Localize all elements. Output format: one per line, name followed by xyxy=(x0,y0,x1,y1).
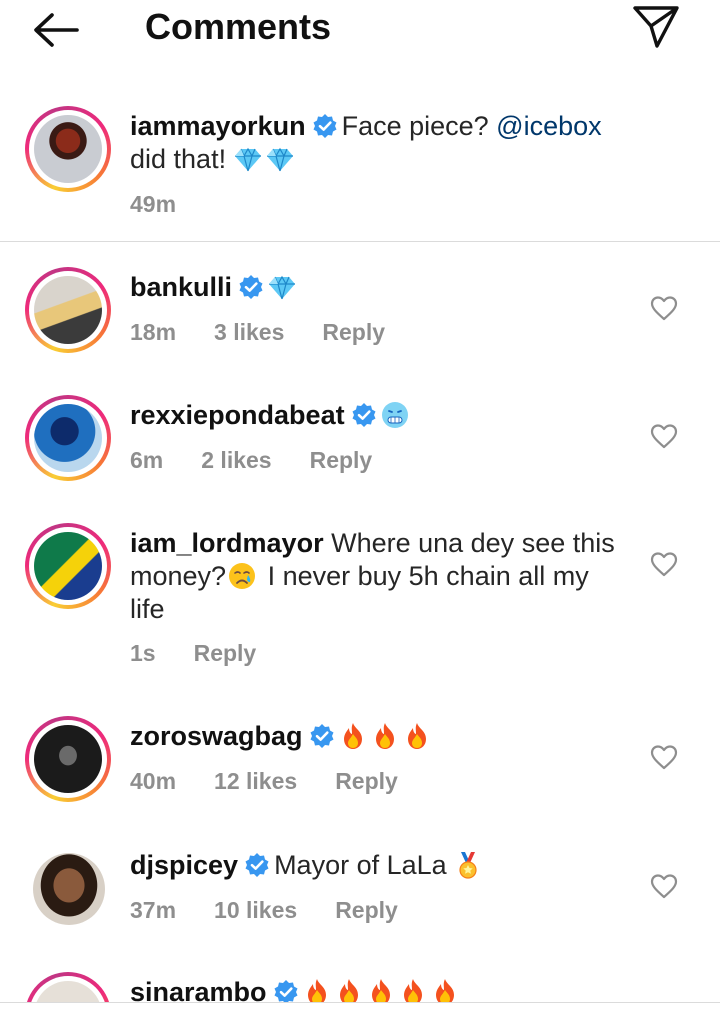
caption-text: iammayorkun Face piece? @icebox did that! xyxy=(130,111,602,174)
heart-icon[interactable] xyxy=(650,873,678,899)
comment-meta: 6m 2 likes Reply xyxy=(130,447,410,474)
reply-button[interactable]: Reply xyxy=(335,768,398,794)
avatar[interactable] xyxy=(25,267,111,353)
back-arrow-icon[interactable] xyxy=(30,10,82,50)
page-title: Comments xyxy=(145,6,332,47)
caption-meta: 49m xyxy=(130,191,214,218)
username[interactable]: djspicey xyxy=(130,850,238,880)
verified-badge-icon xyxy=(273,979,299,1002)
timestamp: 37m xyxy=(130,897,177,923)
like-count[interactable]: 12 likes xyxy=(214,768,297,794)
avatar[interactable] xyxy=(25,716,111,802)
timestamp: 40m xyxy=(130,768,177,794)
comment-text: zoroswagbag xyxy=(130,720,630,753)
avatar[interactable] xyxy=(25,106,111,192)
username[interactable]: bankulli xyxy=(130,272,232,302)
verified-badge-icon xyxy=(312,113,338,139)
verified-badge-icon xyxy=(244,852,270,878)
heart-icon[interactable] xyxy=(650,744,678,770)
gem-emoji-icon xyxy=(266,145,294,173)
divider xyxy=(0,241,720,242)
comment-text: rexxiepondabeat xyxy=(130,399,630,432)
username[interactable]: rexxiepondabeat xyxy=(130,400,345,430)
fire-emoji-icon xyxy=(403,722,431,750)
username[interactable]: iammayorkun xyxy=(130,111,306,141)
avatar[interactable] xyxy=(25,395,111,481)
fire-emoji-icon xyxy=(335,978,363,1002)
fire-emoji-icon xyxy=(303,978,331,1002)
comment-text: sinarambo xyxy=(130,976,630,1002)
timestamp: 1s xyxy=(130,640,156,666)
comment-text: djspicey Mayor of LaLa xyxy=(130,849,630,882)
timestamp: 6m xyxy=(130,447,164,473)
fire-emoji-icon xyxy=(399,978,427,1002)
username[interactable]: zoroswagbag xyxy=(130,721,303,751)
reply-button[interactable]: Reply xyxy=(322,319,385,345)
username[interactable]: sinarambo xyxy=(130,977,267,1002)
post-caption: iammayorkun Face piece? @icebox did that!… xyxy=(0,100,720,230)
avatar[interactable] xyxy=(25,523,111,609)
verified-badge-icon xyxy=(351,402,377,428)
fire-emoji-icon xyxy=(367,978,395,1002)
fire-emoji-icon xyxy=(339,722,367,750)
gem-emoji-icon xyxy=(234,145,262,173)
medal-emoji-icon xyxy=(454,851,482,879)
reply-button[interactable]: Reply xyxy=(310,447,373,473)
fire-emoji-icon xyxy=(371,722,399,750)
crying-face-emoji-icon xyxy=(228,562,256,590)
verified-badge-icon xyxy=(238,274,264,300)
like-count[interactable]: 3 likes xyxy=(214,319,284,345)
heart-icon[interactable] xyxy=(650,295,678,321)
like-count[interactable]: 2 likes xyxy=(201,447,271,473)
reply-button[interactable]: Reply xyxy=(194,640,257,666)
gem-emoji-icon xyxy=(268,273,296,301)
cold-face-emoji-icon xyxy=(381,401,409,429)
top-bar: Comments xyxy=(0,0,720,60)
heart-icon[interactable] xyxy=(650,423,678,449)
timestamp: 18m xyxy=(130,319,177,345)
verified-badge-icon xyxy=(309,723,335,749)
send-icon[interactable] xyxy=(630,2,682,50)
like-count[interactable]: 10 likes xyxy=(214,897,297,923)
username[interactable]: iam_lordmayor xyxy=(130,528,324,558)
comment-meta: 1s Reply xyxy=(130,640,294,667)
comment-meta: 40m 12 likes Reply xyxy=(130,768,436,795)
fire-emoji-icon xyxy=(431,978,459,1002)
comment-meta: 18m 3 likes Reply xyxy=(130,319,423,346)
timestamp: 49m xyxy=(130,191,177,217)
reply-button[interactable]: Reply xyxy=(335,897,398,923)
heart-icon[interactable] xyxy=(650,551,678,577)
bottom-divider xyxy=(0,1002,720,1003)
comment-text: bankulli xyxy=(130,271,630,304)
mention-link[interactable]: @icebox xyxy=(496,111,601,141)
comment-meta: 37m 10 likes Reply xyxy=(130,897,436,924)
avatar[interactable] xyxy=(25,972,111,1002)
comment-item: sinarambo xyxy=(0,972,720,1002)
avatar[interactable] xyxy=(25,845,111,931)
comment-text: iam_lordmayor Where una dey see this mon… xyxy=(130,528,615,624)
